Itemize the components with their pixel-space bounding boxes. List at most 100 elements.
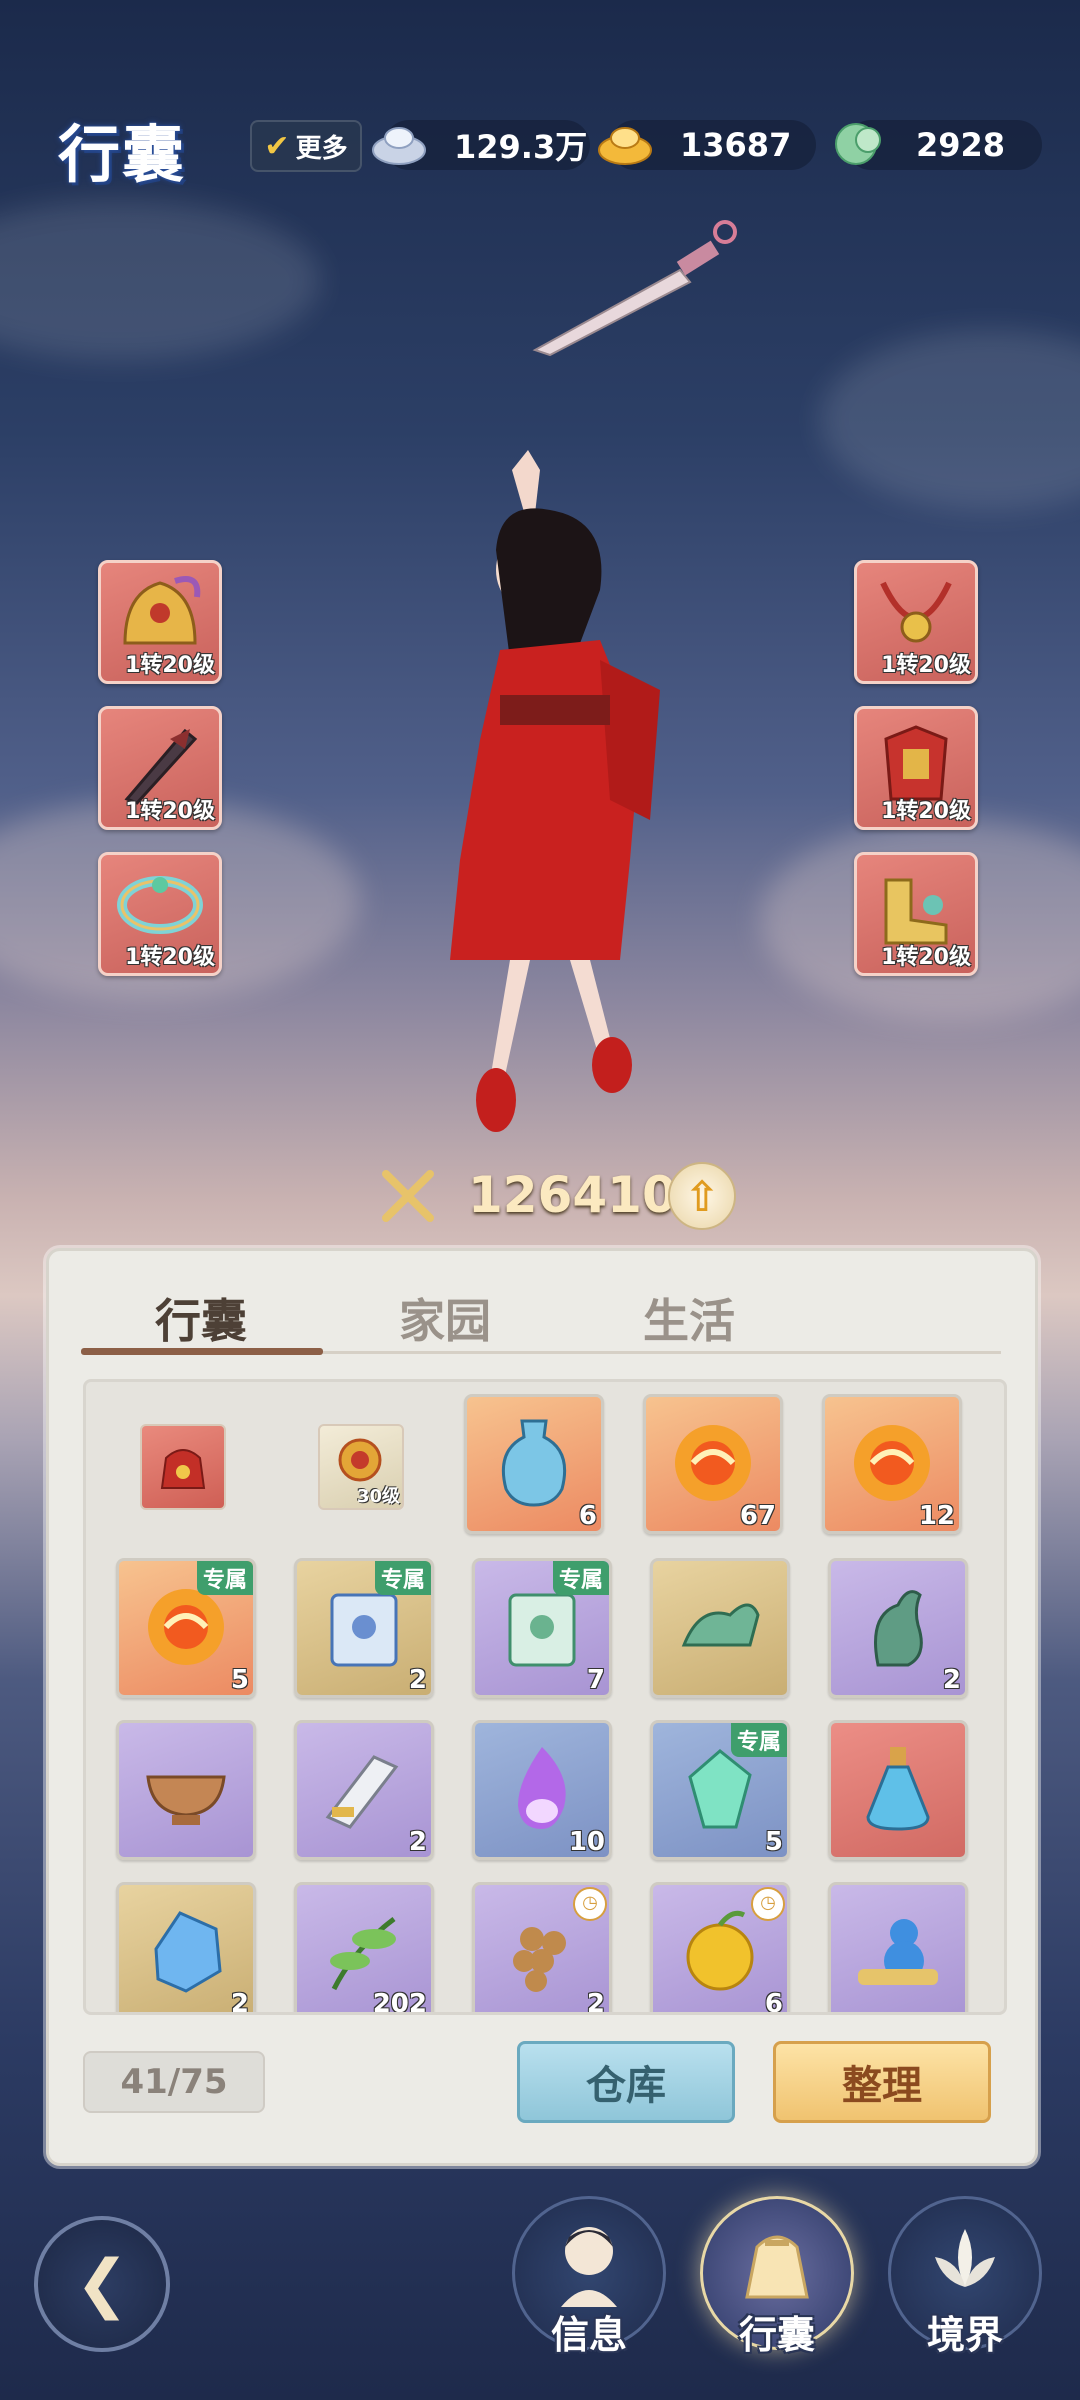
clock-icon: ◷: [751, 1887, 785, 1921]
level-label: 1转20级: [881, 799, 971, 824]
item-count: 12: [918, 1501, 955, 1531]
inventory-item[interactable]: 2: [294, 1720, 434, 1860]
character-icon: [561, 2227, 617, 2307]
inventory-item[interactable]: 专属 7: [472, 1558, 612, 1698]
level-label: 1转20级: [881, 653, 971, 678]
character-figure: [450, 450, 660, 1132]
exclusive-tag: 专属: [552, 1561, 609, 1595]
item-count: 67: [739, 1501, 776, 1531]
equip-slot-necklace[interactable]: 1转20级: [854, 560, 978, 684]
herb-leaf-icon: [330, 1917, 396, 1991]
inventory-panel: 行囊 家园 生活 30级 6 67 12 专属 5 专属 2 专属 7 2 2 …: [46, 1248, 1038, 2166]
cloud: [0, 200, 320, 360]
equip-slot-bracelet[interactable]: 1转20级: [98, 852, 222, 976]
inventory-item[interactable]: 专属 5: [650, 1720, 790, 1860]
inventory-item[interactable]: 202: [294, 1882, 434, 2015]
item-count: 2: [942, 1665, 961, 1695]
inventory-item[interactable]: [828, 1720, 968, 1860]
tab-active-indicator: [81, 1348, 323, 1355]
inventory-item[interactable]: 67: [643, 1394, 783, 1534]
item-count: 5: [764, 1827, 783, 1857]
equip-slot-weapon[interactable]: 1转20级: [98, 706, 222, 830]
item-count: 202: [372, 1989, 427, 2015]
nav-info-label: 信息: [550, 2313, 627, 2357]
silver-ingot-icon: [372, 127, 426, 165]
inventory-item[interactable]: 2: [828, 1558, 968, 1698]
currency-silver[interactable]: 129.3万: [372, 120, 590, 170]
silver-value: 129.3万: [454, 128, 588, 166]
inventory-item[interactable]: 2: [116, 1882, 256, 2015]
item-count: 2: [408, 1665, 427, 1695]
bag-icon: [745, 2235, 809, 2299]
back-button[interactable]: ❮: [34, 2216, 170, 2352]
item-count: 5: [230, 1665, 249, 1695]
level-label: 1转20级: [881, 945, 971, 970]
power-up-button[interactable]: ⇧: [668, 1162, 736, 1230]
exclusive-tag: 专属: [730, 1723, 787, 1757]
nav-bag-label: 行囊: [738, 2313, 815, 2357]
nav-realm[interactable]: 境界: [888, 2196, 1042, 2357]
item-count: 6: [764, 1989, 783, 2015]
crossed-swords-icon: [382, 1170, 434, 1222]
tab-life[interactable]: 生活: [643, 1285, 735, 1351]
nav-info[interactable]: 信息: [512, 2196, 666, 2357]
inventory-grid: 30级 6 67 12 专属 5 专属 2 专属 7 2 2 10 专属 5 2…: [83, 1379, 1007, 2015]
more-button[interactable]: ✔ 更多: [250, 120, 362, 172]
item-count: 2: [230, 1989, 249, 2015]
inventory-item[interactable]: [140, 1424, 226, 1510]
inventory-item[interactable]: 专属 2: [294, 1558, 434, 1698]
cloud: [820, 330, 1080, 510]
inventory-item[interactable]: [828, 1882, 968, 2012]
combat-power-value: 126410: [468, 1166, 677, 1224]
treasure-pack-icon: [338, 1438, 382, 1482]
item-count: 2: [586, 1989, 605, 2015]
jade-value: 2928: [916, 126, 1006, 164]
nav-bag[interactable]: 行囊: [700, 2196, 854, 2357]
inventory-item[interactable]: [116, 1720, 256, 1860]
broken-sword-icon: [325, 1755, 399, 1829]
gold-ingot-icon: [598, 127, 652, 165]
tab-home[interactable]: 家园: [399, 1285, 491, 1351]
sort-button[interactable]: 整理: [773, 2041, 991, 2123]
equip-slot-armor[interactable]: 1转20级: [854, 706, 978, 830]
equip-slot-helmet[interactable]: 1转20级: [98, 560, 222, 684]
item-count: 7: [586, 1665, 605, 1695]
jade-dragon-icon: [681, 1603, 760, 1647]
item-count: 10: [568, 1827, 605, 1857]
inventory-item[interactable]: [650, 1558, 790, 1698]
blue-vase-icon: [501, 1419, 567, 1507]
gourd-scroll-icon: [858, 1919, 938, 1985]
gold-value: 13687: [680, 126, 792, 164]
jade-bird-icon: [874, 1590, 923, 1667]
inventory-item[interactable]: 专属 5: [116, 1558, 256, 1698]
warehouse-button[interactable]: 仓库: [517, 2041, 735, 2123]
inventory-item[interactable]: 12: [822, 1394, 962, 1534]
bronze-bowl-icon: [146, 1775, 226, 1825]
exclusive-tag: 专属: [374, 1561, 431, 1595]
page-title: 行囊: [58, 118, 187, 191]
chevron-down-icon: ✔: [264, 128, 290, 164]
arrow-up-icon: ⇧: [684, 1171, 720, 1221]
currency-gold[interactable]: 13687: [598, 120, 816, 170]
fire-orb-icon: [854, 1425, 930, 1501]
inventory-item[interactable]: 6: [464, 1394, 604, 1534]
fire-orb-icon: [675, 1425, 751, 1501]
back-arrow-icon: ❮: [75, 2247, 129, 2321]
potion-flask-icon: [866, 1747, 930, 1831]
currency-jade[interactable]: 2928: [835, 120, 1042, 170]
inventory-item[interactable]: 10: [472, 1720, 612, 1860]
inventory-item[interactable]: ◷ 2: [472, 1882, 612, 2015]
item-count: 6: [578, 1501, 597, 1531]
inventory-item[interactable]: 30级: [318, 1424, 404, 1510]
inventory-item[interactable]: ◷ 6: [650, 1882, 790, 2015]
clock-icon: ◷: [573, 1887, 607, 1921]
sword-icon: [532, 220, 737, 357]
red-pouch-icon: [160, 1449, 206, 1489]
tab-bag[interactable]: 行囊: [155, 1285, 247, 1351]
blue-ore-icon: [154, 1911, 222, 1993]
screen: { "header": { "title": "行囊", "more_label…: [0, 0, 1080, 2400]
equip-slot-boots[interactable]: 1转20级: [854, 852, 978, 976]
purple-flame-icon: [518, 1747, 566, 1829]
level-label: 1转20级: [125, 945, 215, 970]
jade-cloud-icon: [835, 123, 881, 165]
